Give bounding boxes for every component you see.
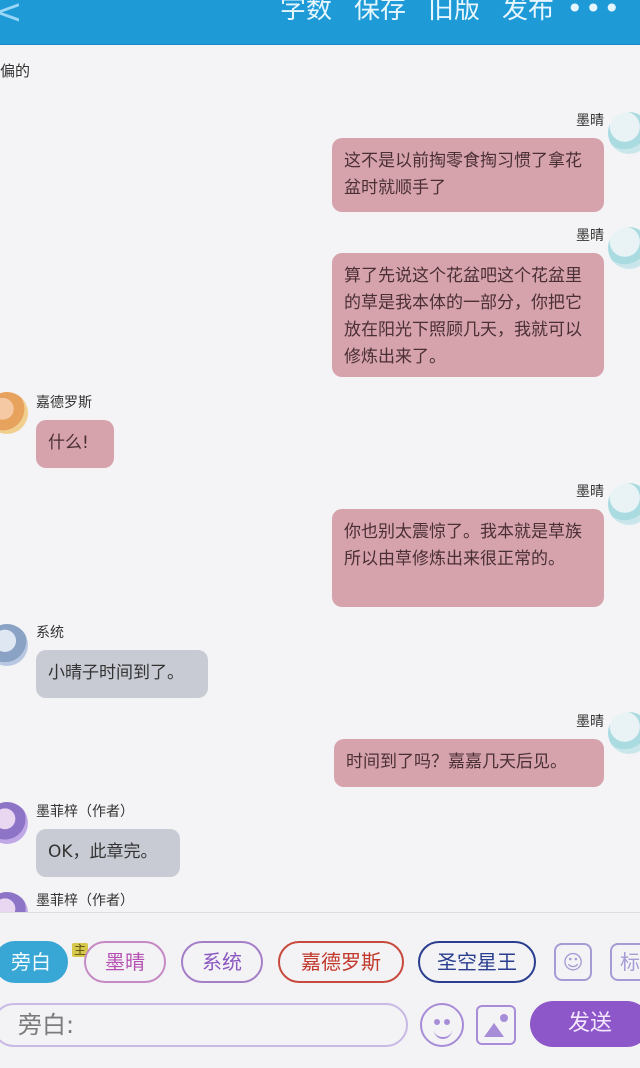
sender-name: 墨晴 [576, 228, 604, 244]
emoji-icon[interactable] [420, 1003, 464, 1047]
message-bubble: OK，此章完。 [36, 829, 180, 877]
chat-message-left: 嘉德罗斯 什么! [36, 392, 216, 468]
sender-name: 系统 [36, 625, 64, 641]
publish-button[interactable]: 发布 [502, 0, 554, 30]
chat-message-left: 墨菲梓（作者） [36, 890, 256, 910]
avatar-mofeizi [0, 802, 28, 844]
avatar-moqing [608, 227, 640, 269]
tag-icon[interactable]: 标 [610, 943, 640, 981]
chat-message-right: 墨晴 时间到了吗？嘉嘉几天后见。 [334, 711, 604, 787]
save-button[interactable]: 保存 [354, 0, 406, 30]
message-bubble: 小晴子时间到了。 [36, 650, 208, 698]
chat-message-right: 墨晴 算了先说这个花盆吧这个花盆里的草是我本体的一部分，你把它放在阳光下照顾几天… [332, 225, 604, 377]
top-actions: 字数 保存 旧版 发布 [280, 0, 554, 30]
send-button[interactable]: 发送 [530, 1001, 640, 1047]
role-xitong[interactable]: 系统 [181, 941, 263, 983]
avatar-mofeizi [0, 892, 28, 912]
sender-name: 嘉德罗斯 [36, 395, 92, 411]
sender-name: 墨晴 [576, 113, 604, 129]
chat-area: 偏的 墨晴 这不是以前掏零食掏习惯了拿花盆时就顺手了 墨晴 算了先说这个花盆吧这… [0, 44, 640, 912]
sender-name: 墨晴 [576, 714, 604, 730]
sender-name: 墨菲梓（作者） [36, 804, 134, 820]
message-bubble: 时间到了吗？嘉嘉几天后见。 [334, 739, 604, 787]
role-shengkongxingwang[interactable]: 圣空星王 [418, 941, 536, 983]
partial-message-text: 偏的 [0, 62, 31, 80]
composer-area: 旁白 主 墨晴 系统 嘉德罗斯 圣空星王 ☺ 标 旁白: 发送 [0, 912, 640, 1068]
avatar-moqing [608, 712, 640, 754]
top-bar: < 字数 保存 旧版 发布 ••• [0, 0, 640, 45]
sender-name: 墨菲梓（作者） [36, 893, 134, 909]
role-pangbai[interactable]: 旁白 [0, 941, 68, 983]
back-icon[interactable]: < [0, 0, 23, 38]
role-moqing[interactable]: 墨晴 [84, 941, 166, 983]
avatar-xitong [0, 624, 28, 666]
avatar-moqing [608, 112, 640, 154]
avatar-jiadeluosi [0, 392, 28, 434]
message-bubble: 你也别太震惊了。我本就是草族所以由草修炼出来很正常的。 [332, 509, 604, 607]
image-icon[interactable] [476, 1005, 516, 1045]
chat-message-right: 墨晴 你也别太震惊了。我本就是草族所以由草修炼出来很正常的。 [332, 481, 604, 607]
old-version-button[interactable]: 旧版 [428, 0, 480, 30]
chat-message-right: 墨晴 这不是以前掏零食掏习惯了拿花盆时就顺手了 [332, 110, 604, 212]
role-selector: 旁白 主 墨晴 系统 嘉德罗斯 圣空星王 ☺ 标 [0, 941, 640, 987]
message-bubble: 这不是以前掏零食掏习惯了拿花盆时就顺手了 [332, 138, 604, 212]
person-icon[interactable]: ☺ [554, 943, 592, 981]
role-jiadeluosi[interactable]: 嘉德罗斯 [278, 941, 404, 983]
input-row: 旁白: 发送 [0, 1001, 640, 1057]
message-bubble: 算了先说这个花盆吧这个花盆里的草是我本体的一部分，你把它放在阳光下照顾几天，我就… [332, 253, 604, 377]
message-bubble: 什么! [36, 420, 114, 468]
sender-name: 墨晴 [576, 484, 604, 500]
more-icon[interactable]: ••• [566, 0, 622, 26]
avatar-moqing [608, 483, 640, 525]
chat-message-left: 墨菲梓（作者） OK，此章完。 [36, 801, 256, 877]
chat-message-left: 系统 小晴子时间到了。 [36, 622, 256, 698]
emoji-mouth [434, 1027, 452, 1039]
message-input[interactable]: 旁白: [0, 1003, 408, 1047]
image-mountain [484, 1023, 504, 1037]
word-count-button[interactable]: 字数 [280, 0, 332, 30]
image-sun [500, 1014, 508, 1022]
